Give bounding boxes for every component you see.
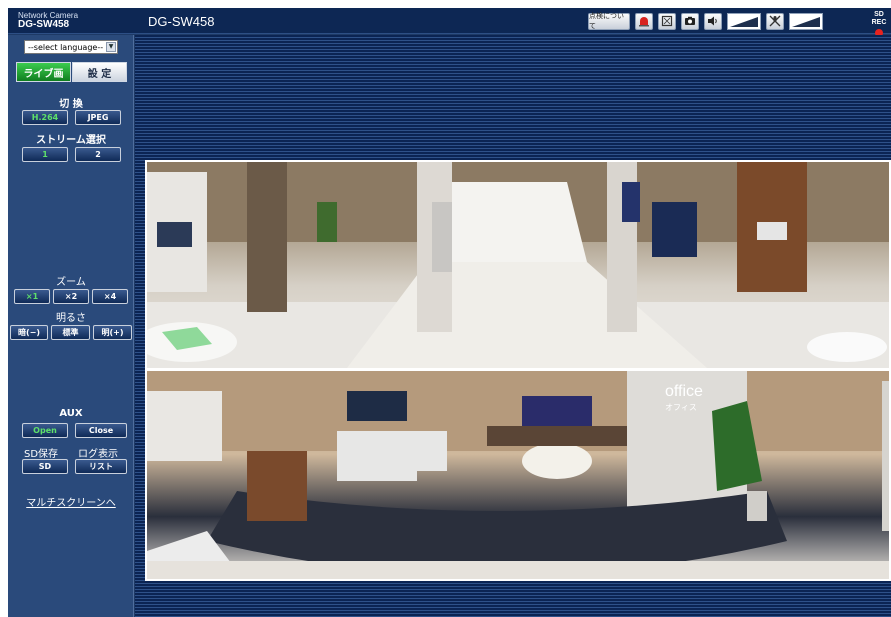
header-bar: Network Camera DG-SW458 DG-SW458 点検について [8,8,891,37]
brightness-dark-button[interactable]: 暗(−) [10,325,48,340]
log-display-label: ログ表示 [78,449,118,460]
stream-select-label: ストリーム選択 [36,135,106,146]
brightness-normal-button[interactable]: 標準 [51,325,90,340]
zoom-x4-button[interactable]: ×4 [92,289,128,304]
aux-open-button[interactable]: Open [22,423,68,438]
chevron-down-icon[interactable]: ▼ [106,42,116,52]
zoom-label: ズーム [56,277,86,288]
office-sign-subtext: オフィス [665,403,697,412]
log-list-button[interactable]: リスト [75,459,127,474]
sd-save-label: SD保存 [24,449,59,460]
alarm-icon[interactable] [635,12,653,30]
panorama-top-image [147,162,889,368]
codec-h264-button[interactable]: H.264 [22,110,68,125]
multiscreen-link[interactable]: マルチスクリーンへ [8,494,134,509]
sd-rec-label: SD REC [871,11,887,26]
about-inspection-button[interactable]: 点検について [588,12,630,30]
sd-button[interactable]: SD [22,459,68,474]
brightness-light-button[interactable]: 明(+) [93,325,132,340]
switch-label: 切 換 [59,99,83,110]
mic-mute-icon[interactable] [766,12,784,30]
volume-level-icon[interactable] [727,12,761,30]
brightness-label: 明るさ [56,313,86,324]
stream-1-button[interactable]: 1 [22,147,68,162]
codec-jpeg-button[interactable]: JPEG [75,110,121,125]
language-select[interactable]: --select language-- ▼ [24,40,118,54]
aux-close-button[interactable]: Close [75,423,127,438]
fullscreen-icon[interactable] [658,12,676,30]
zoom-x2-button[interactable]: ×2 [53,289,89,304]
aux-label: AUX [59,408,83,419]
camera-model-label: DG-SW458 [18,19,70,30]
zoom-x1-button[interactable]: ×1 [14,289,50,304]
tab-setup[interactable]: 設 定 [72,62,127,82]
live-video-frame[interactable]: office オフィス [145,160,891,581]
mic-level-icon[interactable] [789,12,823,30]
video-area: office オフィス [135,35,891,617]
toolbar: 点検について [588,12,823,30]
tab-live[interactable]: ライブ画 [16,62,71,82]
control-sidebar: --select language-- ▼ ライブ画 設 定 切 換 H.264… [8,35,134,617]
sd-rec-indicator: SD REC [868,11,890,37]
camera-snapshot-icon[interactable] [681,12,699,30]
language-select-value: --select language-- [28,42,104,52]
stream-2-button[interactable]: 2 [75,147,121,162]
panorama-bottom-image: office オフィス [147,371,889,579]
camera-viewer-window: Network Camera DG-SW458 DG-SW458 点検について [8,8,891,617]
speaker-icon[interactable] [704,12,722,30]
page-title: DG-SW458 [148,14,215,29]
office-sign-text: office [665,383,703,400]
